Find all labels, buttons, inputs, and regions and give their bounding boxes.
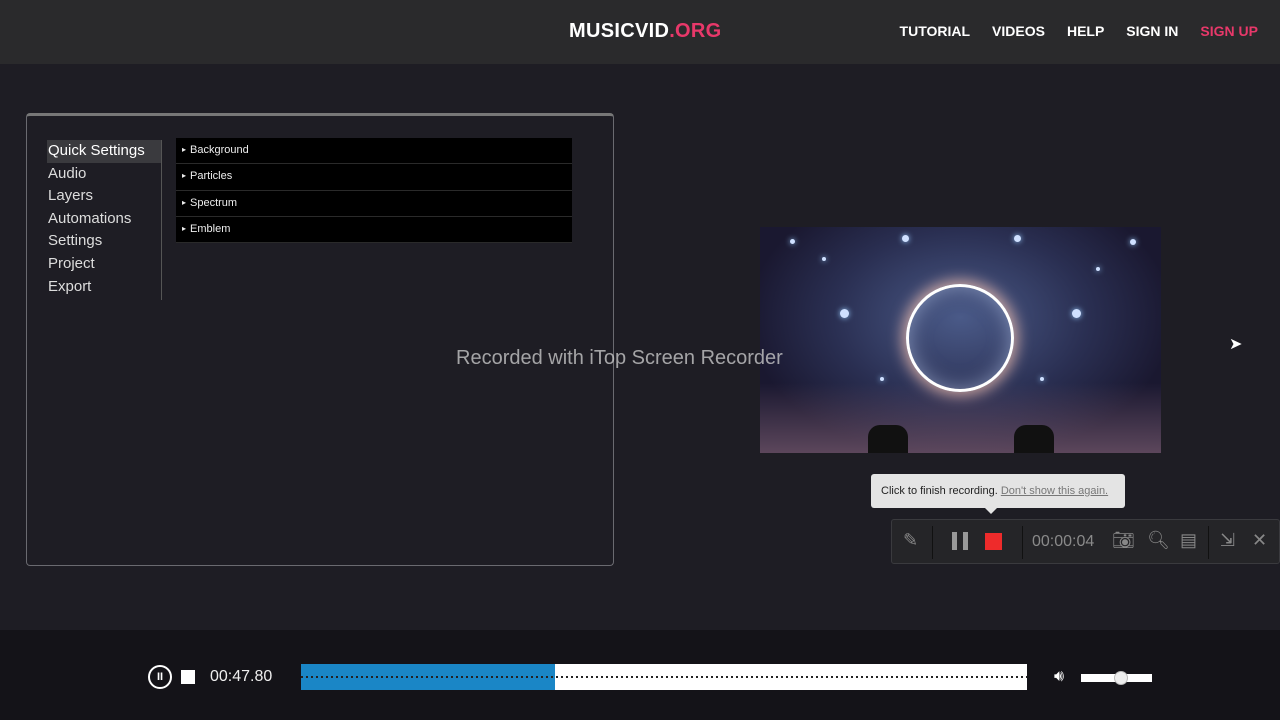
recorder-tooltip: Click to finish recording. Don't show th… bbox=[871, 474, 1125, 514]
divider bbox=[932, 526, 933, 559]
logo[interactable]: MUSICVID.ORG bbox=[569, 20, 722, 43]
particle bbox=[840, 309, 849, 318]
dont-show-again-link[interactable]: Don't show this again. bbox=[1001, 485, 1108, 497]
volume-slider[interactable] bbox=[1081, 671, 1152, 685]
settings-panel: Quick Settings Audio Layers Automations … bbox=[26, 113, 614, 566]
nav-videos[interactable]: VIDEOS bbox=[992, 23, 1045, 39]
nav-sign-in[interactable]: SIGN IN bbox=[1126, 23, 1178, 39]
menu-project[interactable]: Project bbox=[47, 253, 161, 276]
waveform-line bbox=[301, 676, 1027, 678]
particle bbox=[1014, 235, 1021, 242]
menu-settings[interactable]: Settings bbox=[47, 230, 161, 253]
divider bbox=[1208, 526, 1209, 559]
mouse-cursor-icon: ➤ bbox=[1229, 336, 1243, 353]
settings-menu: Quick Settings Audio Layers Automations … bbox=[47, 140, 162, 300]
volume-knob[interactable] bbox=[1113, 671, 1128, 685]
section-spectrum[interactable]: Spectrum bbox=[176, 190, 572, 217]
waveform-seekbar[interactable] bbox=[301, 664, 1027, 690]
section-particles[interactable]: Particles bbox=[176, 164, 572, 191]
video-preview[interactable] bbox=[760, 227, 1161, 453]
emblem-ring bbox=[906, 284, 1014, 392]
hand-silhouette bbox=[1014, 425, 1054, 453]
preview-glow bbox=[760, 383, 1161, 453]
menu-audio[interactable]: Audio bbox=[47, 163, 161, 186]
menu-quick-settings[interactable]: Quick Settings bbox=[47, 140, 161, 163]
recording-elapsed: 00:00:04 bbox=[1032, 533, 1095, 550]
playback-time: 00:47.80 bbox=[210, 668, 273, 685]
volume-icon[interactable]: 🔊︎ bbox=[1054, 668, 1064, 686]
stop-button[interactable] bbox=[181, 670, 195, 684]
nav-links: TUTORIAL VIDEOS HELP SIGN IN SIGN UP bbox=[900, 23, 1258, 39]
pause-icon[interactable] bbox=[952, 532, 968, 550]
quick-settings-sections: Background Particles Spectrum Emblem bbox=[176, 138, 572, 244]
tooltip-text: Click to finish recording. bbox=[881, 485, 998, 497]
particle bbox=[1096, 267, 1100, 271]
particle bbox=[1040, 377, 1044, 381]
close-icon[interactable]: ✕ bbox=[1252, 530, 1267, 551]
particle bbox=[1072, 309, 1081, 318]
top-navbar: MUSICVID.ORG TUTORIAL VIDEOS HELP SIGN I… bbox=[0, 0, 1280, 64]
stop-record-icon[interactable] bbox=[985, 533, 1002, 550]
particle bbox=[790, 239, 795, 244]
particle bbox=[1130, 239, 1136, 245]
menu-automations[interactable]: Automations bbox=[47, 208, 161, 231]
divider bbox=[1022, 526, 1023, 559]
player-bar: II 00:47.80 🔊︎ bbox=[0, 630, 1280, 720]
pause-button[interactable]: II bbox=[148, 665, 172, 689]
menu-layers[interactable]: Layers bbox=[47, 185, 161, 208]
section-background[interactable]: Background bbox=[176, 138, 572, 165]
particle bbox=[880, 377, 884, 381]
watermark: Recorded with iTop Screen Recorder bbox=[456, 347, 783, 369]
minimize-icon[interactable]: ⇲ bbox=[1220, 530, 1235, 551]
nav-sign-up[interactable]: SIGN UP bbox=[1200, 23, 1258, 39]
nav-tutorial[interactable]: TUTORIAL bbox=[900, 23, 971, 39]
pen-icon[interactable]: ✎ bbox=[903, 530, 918, 551]
annotation-icon[interactable]: ▤ bbox=[1180, 530, 1197, 551]
particle bbox=[902, 235, 909, 242]
menu-export[interactable]: Export bbox=[47, 276, 161, 299]
section-emblem[interactable]: Emblem bbox=[176, 216, 572, 244]
camera-icon[interactable]: 📷︎ bbox=[1112, 530, 1135, 551]
zoom-icon[interactable]: 🔍︎ bbox=[1147, 530, 1170, 551]
recorder-toolbar: ✎ 00:00:04 📷︎ 🔍︎ ▤ ⇲ ✕ bbox=[891, 519, 1280, 564]
nav-help[interactable]: HELP bbox=[1067, 23, 1104, 39]
particle bbox=[822, 257, 826, 261]
hand-silhouette bbox=[868, 425, 908, 453]
